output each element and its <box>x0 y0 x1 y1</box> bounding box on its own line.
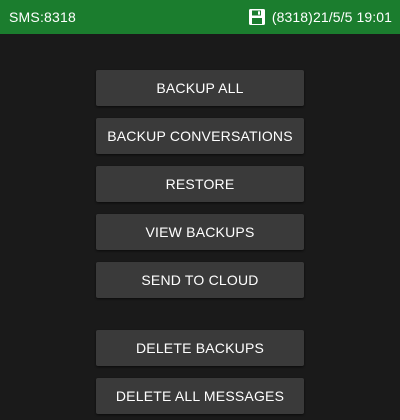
status-right-group: (8318)21/5/5 19:01 <box>248 8 392 26</box>
backup-all-button[interactable]: BACKUP ALL <box>96 70 304 106</box>
view-backups-button[interactable]: VIEW BACKUPS <box>96 214 304 250</box>
delete-all-messages-button[interactable]: DELETE ALL MESSAGES <box>96 378 304 414</box>
backup-conversations-button[interactable]: BACKUP CONVERSATIONS <box>96 118 304 154</box>
backup-info-label: (8318)21/5/5 19:01 <box>271 9 392 25</box>
app-screen: SMS:8318 (8318)21/5/5 19:01 BACKUP ALL B… <box>0 0 400 420</box>
floppy-disk-icon <box>248 8 266 26</box>
delete-backups-button[interactable]: DELETE BACKUPS <box>96 330 304 366</box>
send-to-cloud-button[interactable]: SEND TO CLOUD <box>96 262 304 298</box>
restore-button[interactable]: RESTORE <box>96 166 304 202</box>
status-bar: SMS:8318 (8318)21/5/5 19:01 <box>0 0 400 34</box>
sms-count-label: SMS:8318 <box>9 9 76 25</box>
